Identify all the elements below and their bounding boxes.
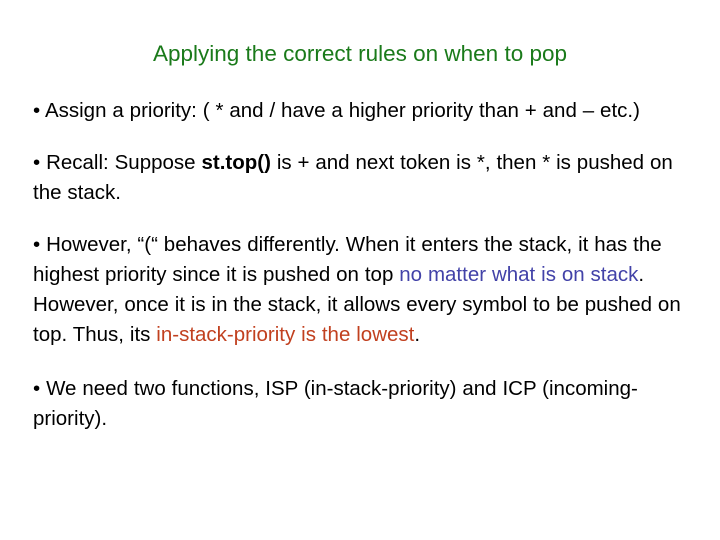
list-item: • Recall: Suppose st.top() is + and next… — [33, 148, 687, 208]
slide-canvas: Applying the correct rules on when to po… — [0, 0, 720, 540]
page-title: Applying the correct rules on when to po… — [153, 41, 567, 66]
highlight-in-stack-priority-lowest: in-stack-priority is the lowest — [156, 323, 415, 346]
code-token-st-top: st.top() — [201, 151, 271, 174]
list-item: • However, “(“ behaves differently. When… — [33, 230, 687, 350]
list-item: • Assign a priority: ( * and / have a hi… — [33, 96, 687, 126]
bullet-text-recall-part1: • Recall: Suppose — [33, 151, 202, 174]
bullet-text-assign-priority: • Assign a priority: ( * and / have a hi… — [33, 99, 640, 122]
list-item: • We need two functions, ISP (in-stack-p… — [33, 374, 687, 434]
slide-body: • Assign a priority: ( * and / have a hi… — [33, 96, 687, 434]
highlight-no-matter-what-is-on-stack: no matter what is on stack — [399, 263, 639, 286]
bullet-text-however-part3: . — [414, 323, 421, 346]
bullet-text-two-functions: • We need two functions, ISP (in-stack-p… — [33, 377, 638, 430]
